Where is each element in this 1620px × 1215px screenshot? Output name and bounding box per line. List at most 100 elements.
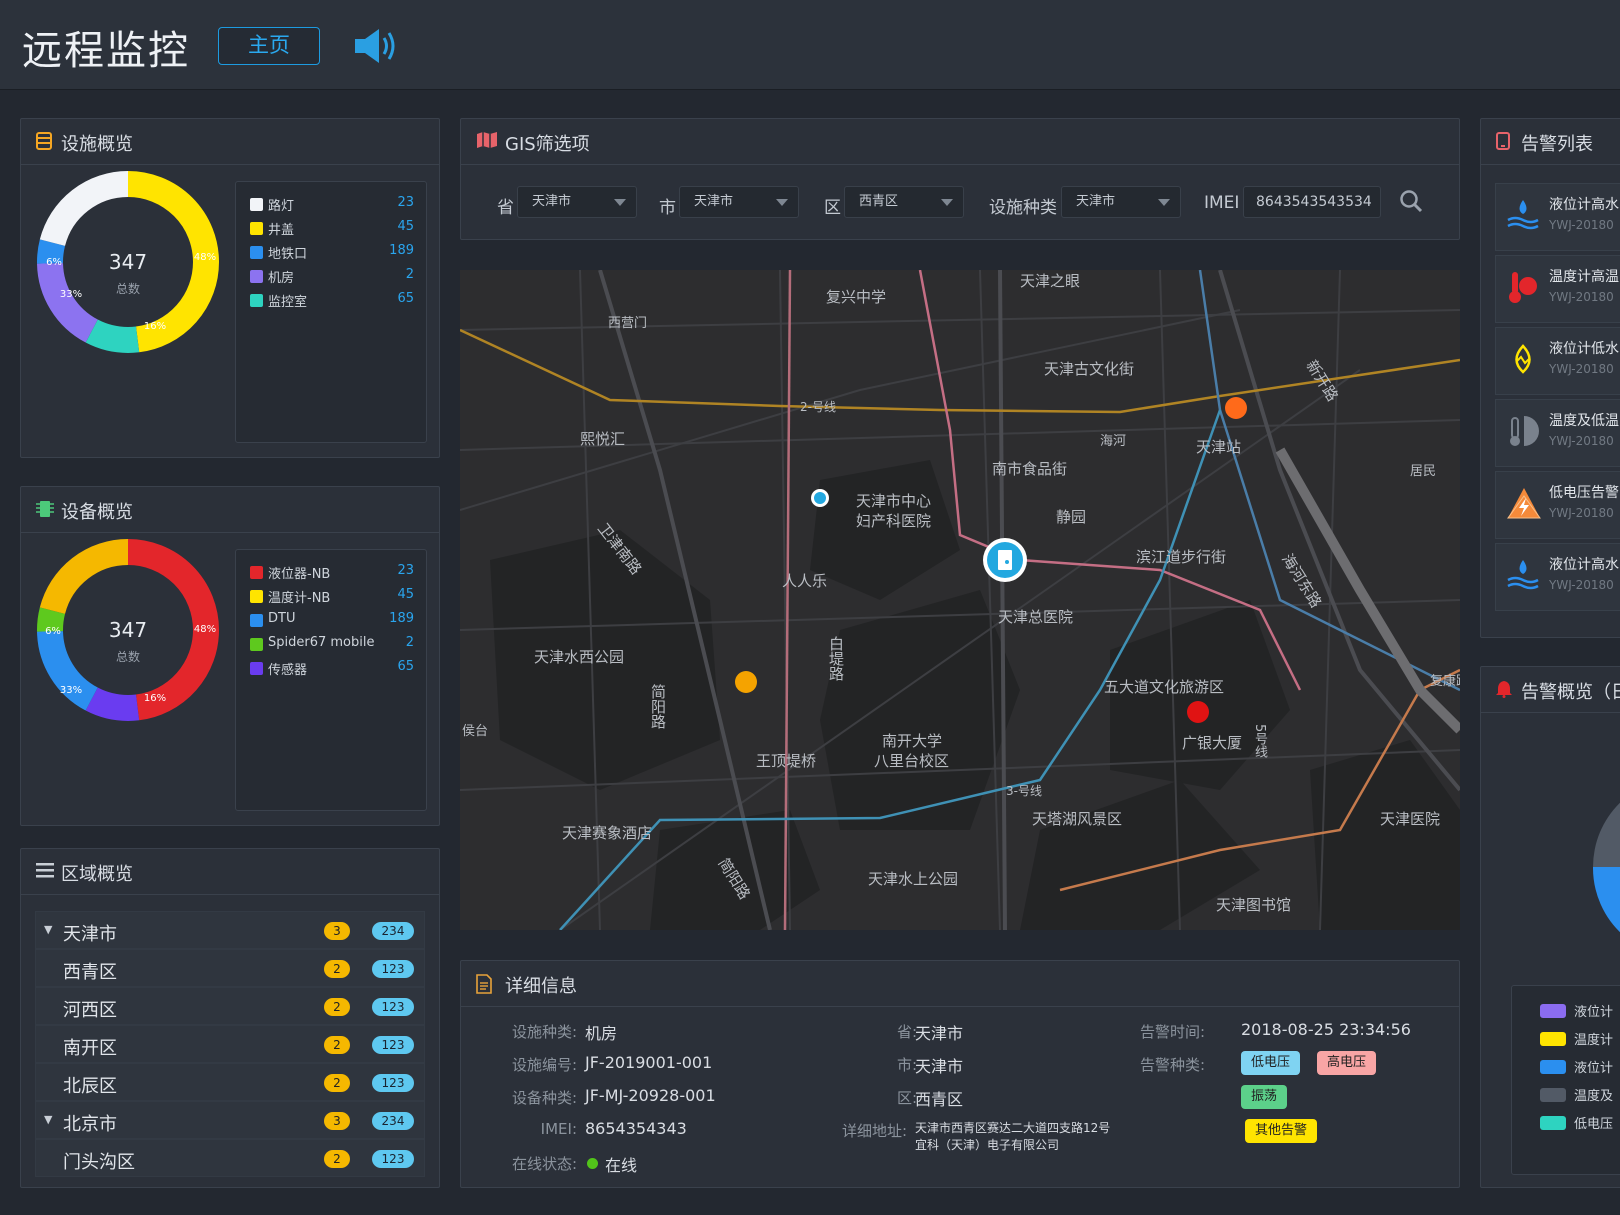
panel-header: 告警列表 (1481, 119, 1620, 165)
detail-value: 2018-08-25 23:34:56 (1241, 1020, 1411, 1039)
map-label: 静园 (1056, 508, 1087, 526)
server-icon (36, 132, 52, 154)
facility-type-select[interactable]: 天津市 (1061, 186, 1181, 218)
alarm-id: YWJ-20180 (1549, 578, 1614, 592)
alarm-id: YWJ-20180 (1549, 218, 1614, 232)
map-marker-yellow[interactable] (735, 671, 757, 693)
speaker-icon[interactable] (353, 27, 399, 69)
map-marker-red[interactable] (1187, 701, 1209, 723)
legend-swatch (250, 222, 263, 235)
detail-value: 宜科（天津）电子有限公司 (915, 1138, 1060, 1152)
region-row-beijing[interactable]: ▼ 北京市 3 234 (35, 1101, 425, 1139)
gis-map[interactable]: 天津之眼 复兴中学 西营门 天津古文化街 2-号线 熙悦汇 海河 天津站 南市食… (460, 270, 1460, 930)
alarm-item[interactable]: 低电压告警 YWJ-20180 (1495, 471, 1620, 539)
alarm-item[interactable]: 液位计高水 YWJ-20180 (1495, 183, 1620, 251)
legend-item: Spider67 mobile 2 (250, 634, 414, 654)
facility-legend: 路灯 23 井盖 45 地铁口 189 机房 2 监控室 65 (235, 181, 427, 443)
region-row-mentougou[interactable]: 门头沟区 2 123 (35, 1139, 425, 1177)
count-badge: 2 (324, 1036, 350, 1054)
province-select[interactable]: 天津市 (517, 186, 637, 218)
legend-swatch (250, 590, 263, 603)
caret-down-icon[interactable]: ▼ (44, 923, 52, 936)
legend-value: 2 (405, 635, 414, 650)
map-label: 天津水上公园 (868, 870, 959, 888)
legend-swatch (250, 614, 263, 627)
alarm-item[interactable]: 温度及低温 YWJ-20180 (1495, 399, 1620, 467)
pct-label: 33% (60, 685, 82, 696)
legend-label: 液位计 (1574, 1061, 1614, 1076)
home-button[interactable]: 主页 (218, 27, 320, 65)
select-value: 西青区 (859, 194, 899, 209)
legend-item: 地铁口 189 (250, 242, 414, 262)
donut-total: 347 (109, 618, 147, 642)
donut-total-label: 总数 (116, 281, 140, 296)
map-label: 八里台校区 (874, 752, 950, 770)
detail-value: 机房 (585, 1024, 618, 1043)
map-label: 天津赛象酒店 (562, 824, 653, 842)
region-name: 河西区 (63, 1000, 117, 1021)
alarm-list-panel: 告警列表 液位计高水 YWJ-20180 温度计高温 YWJ-20180 液位计… (1480, 118, 1620, 638)
legend-swatch (250, 198, 263, 211)
legend-label: 液位器-NB (268, 567, 331, 582)
region-row-xiqing[interactable]: 西青区 2 123 (35, 949, 425, 987)
panel-title: 设施概览 (61, 134, 133, 155)
alarm-item[interactable]: 温度计高温 YWJ-20180 (1495, 255, 1620, 323)
legend-swatch (250, 270, 263, 283)
legend-value: 45 (397, 587, 414, 602)
device-legend: 液位器-NB 23 温度计-NB 45 DTU 189 Spider67 mobile… (235, 549, 427, 811)
alarm-title: 液位计高水 (1549, 557, 1619, 573)
map-label: 天津之眼 (1020, 272, 1081, 290)
city-select[interactable]: 天津市 (679, 186, 799, 218)
alarm-item[interactable]: 液位计高水 YWJ-20180 (1495, 543, 1620, 611)
count-badge: 2 (324, 960, 350, 978)
imei-input[interactable]: 8643543543534 (1243, 186, 1381, 218)
alarm-item[interactable]: 液位计低水 YWJ-20180 (1495, 327, 1620, 395)
device-donut-chart: 347 总数 48% 16% 33% 6% (33, 535, 223, 729)
region-row-tianjin[interactable]: ▼ 天津市 3 234 (35, 911, 425, 949)
detail-value: 8654354343 (585, 1119, 687, 1138)
chip-icon (36, 500, 54, 522)
water-high-icon (1506, 558, 1540, 596)
caret-down-icon[interactable]: ▼ (44, 1113, 52, 1126)
legend-label: 液位计 (1574, 1005, 1614, 1020)
detail-key: 区: (896, 1089, 917, 1107)
legend-swatch (250, 662, 263, 675)
legend-item: 温度计-NB 45 (250, 586, 414, 606)
region-name: 北辰区 (63, 1076, 117, 1097)
panel-header: 设施概览 (21, 119, 439, 165)
detail-value: 天津市西青区赛达二大道四支路12号 (915, 1121, 1111, 1135)
region-tree: ▼ 天津市 3 234 西青区 2 123 河西区 2 123 南开区 2 123 北辰区 2 123… (35, 911, 425, 1177)
alarm-overview-chart (1583, 777, 1620, 961)
detail-panel: 详细信息 设施种类: 机房 设施编号: JF-2019001-001 设备种类:… (460, 960, 1460, 1188)
map-marker-orange[interactable] (1225, 397, 1247, 419)
online-dot-icon (587, 1158, 598, 1169)
region-row-beichen[interactable]: 北辰区 2 123 (35, 1063, 425, 1101)
device-overview-panel: 设备概览 347 总数 48% 16% 33% 6% 液位器-NB 23 温度计-… (20, 486, 440, 826)
map-label: 居民 (1410, 464, 1437, 479)
facility-donut-chart: 347 总数 48% 16% 33% 6% (33, 167, 223, 361)
legend-swatch (250, 566, 263, 579)
province-label: 省 (497, 198, 514, 218)
search-icon[interactable] (1399, 189, 1423, 217)
legend-label: 监控室 (268, 295, 308, 310)
map-label: 广银大厦 (1182, 734, 1243, 752)
district-select[interactable]: 西青区 (844, 186, 964, 218)
pct-label: 6% (45, 626, 61, 637)
detail-value: 天津市 (915, 1057, 964, 1076)
map-label: 简阳路 (649, 684, 667, 729)
chevron-down-icon (941, 199, 953, 206)
detail-key: 设备种类: (511, 1089, 577, 1107)
alarm-id: YWJ-20180 (1549, 362, 1614, 376)
panel-header: 设备概览 (21, 487, 439, 533)
region-name: 西青区 (63, 962, 117, 983)
region-row-nankai[interactable]: 南开区 2 123 (35, 1025, 425, 1063)
legend-value: 23 (397, 563, 414, 578)
legend-item: 传感器 65 (250, 658, 414, 678)
region-row-hexi[interactable]: 河西区 2 123 (35, 987, 425, 1025)
map-label: 复康路 (1430, 674, 1460, 689)
legend-swatch (1540, 1004, 1566, 1018)
pct-label: 6% (46, 257, 62, 268)
map-label: 天津市中心 (856, 492, 932, 510)
count-badge: 2 (324, 998, 350, 1016)
legend-value: 65 (397, 291, 414, 306)
